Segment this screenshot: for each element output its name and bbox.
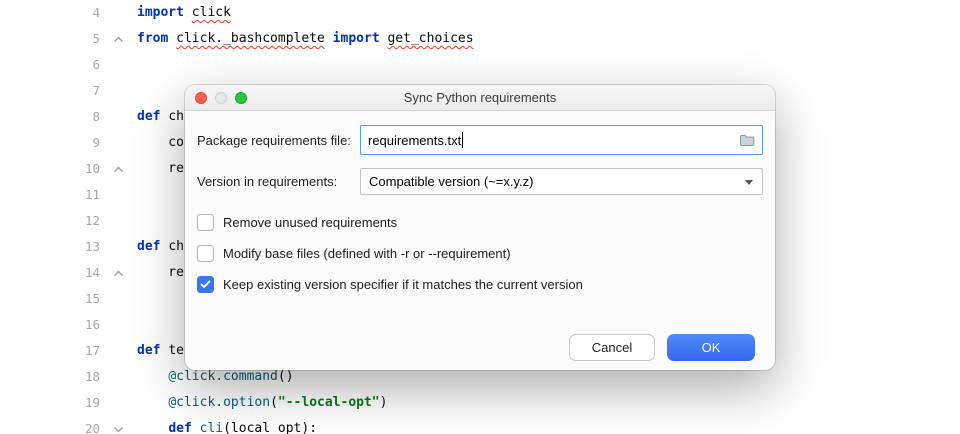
checkbox-unchecked[interactable] — [197, 245, 214, 262]
checkbox-checked[interactable] — [197, 276, 214, 293]
code-text: import click — [137, 0, 231, 26]
code-line[interactable]: 6 — [0, 52, 960, 78]
line-number: 11 — [0, 182, 100, 208]
version-row: Version in requirements: Compatible vers… — [197, 168, 763, 195]
code-text: def ch — [137, 234, 184, 260]
line-number: 8 — [0, 104, 100, 130]
code-text: def ch — [137, 104, 184, 130]
fold-gutter-spacer — [100, 208, 137, 234]
line-number: 18 — [0, 364, 100, 390]
folder-icon[interactable] — [739, 134, 755, 147]
checkbox-label: Remove unused requirements — [223, 215, 397, 230]
package-file-row: Package requirements file: requirements.… — [197, 125, 763, 155]
fold-gutter-spacer — [100, 104, 137, 130]
checkbox-unchecked[interactable] — [197, 214, 214, 231]
dialog-body: Package requirements file: requirements.… — [185, 111, 775, 370]
checkbox-group: Remove unused requirements Modify base fi… — [197, 212, 763, 294]
line-number: 14 — [0, 260, 100, 286]
line-number: 15 — [0, 286, 100, 312]
code-line[interactable]: 19 @click.option("--local-opt") — [0, 390, 960, 416]
line-number: 20 — [0, 416, 100, 434]
code-text: co — [137, 130, 184, 156]
line-number: 19 — [0, 390, 100, 416]
sync-python-requirements-dialog: Sync Python requirements Package require… — [185, 85, 775, 370]
line-number: 10 — [0, 156, 100, 182]
fold-region-end-icon[interactable] — [100, 156, 137, 182]
fold-gutter-spacer — [100, 52, 137, 78]
fold-gutter-spacer — [100, 0, 137, 26]
text-caret — [462, 132, 463, 148]
line-number: 17 — [0, 338, 100, 364]
fold-expand-icon[interactable] — [100, 416, 137, 434]
code-text: def cli(local_opt): — [137, 416, 317, 434]
line-number: 6 — [0, 52, 100, 78]
version-selected-value: Compatible version (~=x.y.z) — [369, 174, 534, 189]
line-number: 16 — [0, 312, 100, 338]
fold-gutter-spacer — [100, 78, 137, 104]
code-line[interactable]: 20 def cli(local_opt): — [0, 416, 960, 434]
minimize-button[interactable] — [215, 92, 227, 104]
line-number: 13 — [0, 234, 100, 260]
fold-gutter-spacer — [100, 364, 137, 390]
fold-gutter-spacer — [100, 286, 137, 312]
checkbox-row[interactable]: Modify base files (defined with -r or --… — [197, 243, 763, 263]
fold-region-end-icon[interactable] — [100, 26, 137, 52]
close-button[interactable] — [195, 92, 207, 104]
checkbox-row[interactable]: Keep existing version specifier if it ma… — [197, 274, 763, 294]
line-number: 7 — [0, 78, 100, 104]
version-label: Version in requirements: — [197, 174, 360, 189]
code-line[interactable]: 4 import click — [0, 0, 960, 26]
code-text: re — [137, 156, 184, 182]
package-file-label: Package requirements file: — [197, 133, 360, 148]
cancel-button[interactable]: Cancel — [569, 334, 655, 361]
line-number: 9 — [0, 130, 100, 156]
line-number: 12 — [0, 208, 100, 234]
code-text: re — [137, 260, 184, 286]
fold-gutter-spacer — [100, 182, 137, 208]
checkbox-row[interactable]: Remove unused requirements — [197, 212, 763, 232]
dialog-title: Sync Python requirements — [404, 90, 556, 105]
zoom-button[interactable] — [235, 92, 247, 104]
fold-region-end-icon[interactable] — [100, 260, 137, 286]
traffic-lights — [195, 92, 247, 104]
code-text: @click.option("--local-opt") — [137, 390, 387, 416]
line-number: 5 — [0, 26, 100, 52]
checkbox-label: Keep existing version specifier if it ma… — [223, 277, 583, 292]
fold-gutter-spacer — [100, 234, 137, 260]
code-text: from click._bashcomplete import get_choi… — [137, 26, 474, 52]
ok-button[interactable]: OK — [667, 334, 755, 361]
line-number: 4 — [0, 0, 100, 26]
code-line[interactable]: 5 from click._bashcomplete import get_cho… — [0, 26, 960, 52]
package-file-input[interactable]: requirements.txt — [360, 125, 763, 155]
code-text: def te — [137, 338, 184, 364]
package-file-value: requirements.txt — [368, 133, 461, 148]
checkbox-label: Modify base files (defined with -r or --… — [223, 246, 511, 261]
fold-gutter-spacer — [100, 130, 137, 156]
fold-gutter-spacer — [100, 312, 137, 338]
dialog-titlebar[interactable]: Sync Python requirements — [185, 85, 775, 111]
fold-gutter-spacer — [100, 390, 137, 416]
chevron-down-icon — [745, 180, 753, 185]
fold-gutter-spacer — [100, 338, 137, 364]
dialog-buttons: Cancel OK — [197, 334, 763, 361]
version-select[interactable]: Compatible version (~=x.y.z) — [360, 168, 763, 195]
